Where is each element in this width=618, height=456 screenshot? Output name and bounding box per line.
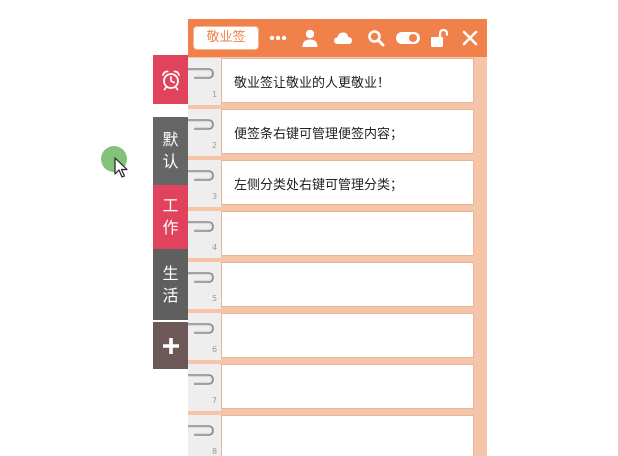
note-gutter: 2 <box>188 109 221 156</box>
category-tab-life[interactable]: 生活 <box>153 249 188 320</box>
note-row[interactable]: 1 敬业签让敬业的人更敬业！ <box>188 58 487 105</box>
note-card[interactable]: 左侧分类处右键可管理分类； <box>221 160 474 205</box>
note-number: 1 <box>212 90 218 99</box>
binder-ring-icon <box>188 374 214 385</box>
binder-ring-icon <box>188 170 214 181</box>
note-gutter: 8 <box>188 415 221 456</box>
close-icon[interactable] <box>460 28 480 48</box>
note-number: 7 <box>212 396 218 405</box>
note-text: 敬业签让敬业的人更敬业！ <box>234 76 391 91</box>
scroll-track <box>481 57 487 456</box>
note-number: 3 <box>212 192 218 201</box>
note-text: 便签条右键可管理便签内容； <box>234 127 404 142</box>
note-row[interactable]: 2 便签条右键可管理便签内容； <box>188 109 487 156</box>
user-icon[interactable] <box>300 28 320 48</box>
binder-ring-icon <box>188 272 214 283</box>
note-card[interactable] <box>221 211 474 256</box>
note-row[interactable]: 4 <box>188 211 487 258</box>
note-number: 8 <box>212 447 218 456</box>
notes-panel: 敬业签 1 敬业签让敬业的人更敬业！ 2 便签条右键可管理便签内容； 3 左侧分类处右键可… <box>188 19 487 456</box>
note-card[interactable]: 敬业签让敬业的人更敬业！ <box>221 58 474 103</box>
note-row[interactable]: 8 <box>188 415 487 456</box>
note-card[interactable] <box>221 364 474 409</box>
note-gutter: 3 <box>188 160 221 207</box>
category-tab-label: 默认 <box>162 130 179 171</box>
note-card[interactable] <box>221 262 474 307</box>
cloud-icon[interactable] <box>333 28 353 48</box>
note-row[interactable]: 5 <box>188 262 487 309</box>
binder-ring-icon <box>188 68 214 79</box>
note-number: 2 <box>212 141 218 150</box>
binder-ring-icon <box>188 221 214 232</box>
category-tab-label: 工作 <box>162 196 179 237</box>
add-category-button[interactable] <box>153 322 188 369</box>
note-text: 左侧分类处右键可管理分类； <box>234 178 404 193</box>
more-icon[interactable] <box>268 28 288 48</box>
mouse-cursor-icon <box>114 157 128 178</box>
note-card[interactable] <box>221 415 474 456</box>
binder-ring-icon <box>188 119 214 130</box>
binder-ring-icon <box>188 323 214 334</box>
binder-ring-icon <box>188 425 214 436</box>
note-card[interactable] <box>221 313 474 358</box>
note-gutter: 1 <box>188 58 221 105</box>
note-number: 6 <box>212 345 218 354</box>
category-tab-work[interactable]: 工作 <box>153 185 188 249</box>
unlock-icon[interactable] <box>429 28 449 48</box>
note-row[interactable]: 3 左侧分类处右键可管理分类； <box>188 160 487 207</box>
title-bar: 敬业签 <box>188 19 487 57</box>
search-icon[interactable] <box>366 28 386 48</box>
note-card[interactable]: 便签条右键可管理便签内容； <box>221 109 474 154</box>
note-row[interactable]: 7 <box>188 364 487 411</box>
category-tab-default[interactable]: 默认 <box>153 117 188 185</box>
alarm-tab[interactable] <box>153 55 188 104</box>
toggle-icon[interactable] <box>395 28 421 48</box>
plus-icon <box>162 337 179 354</box>
note-number: 4 <box>212 243 218 252</box>
note-row[interactable]: 6 <box>188 313 487 360</box>
note-gutter: 6 <box>188 313 221 360</box>
note-gutter: 7 <box>188 364 221 411</box>
note-gutter: 5 <box>188 262 221 309</box>
note-number: 5 <box>212 294 218 303</box>
note-gutter: 4 <box>188 211 221 258</box>
brand-button[interactable]: 敬业签 <box>193 26 259 50</box>
alarm-clock-icon <box>161 70 180 90</box>
category-tab-label: 生活 <box>162 263 179 305</box>
